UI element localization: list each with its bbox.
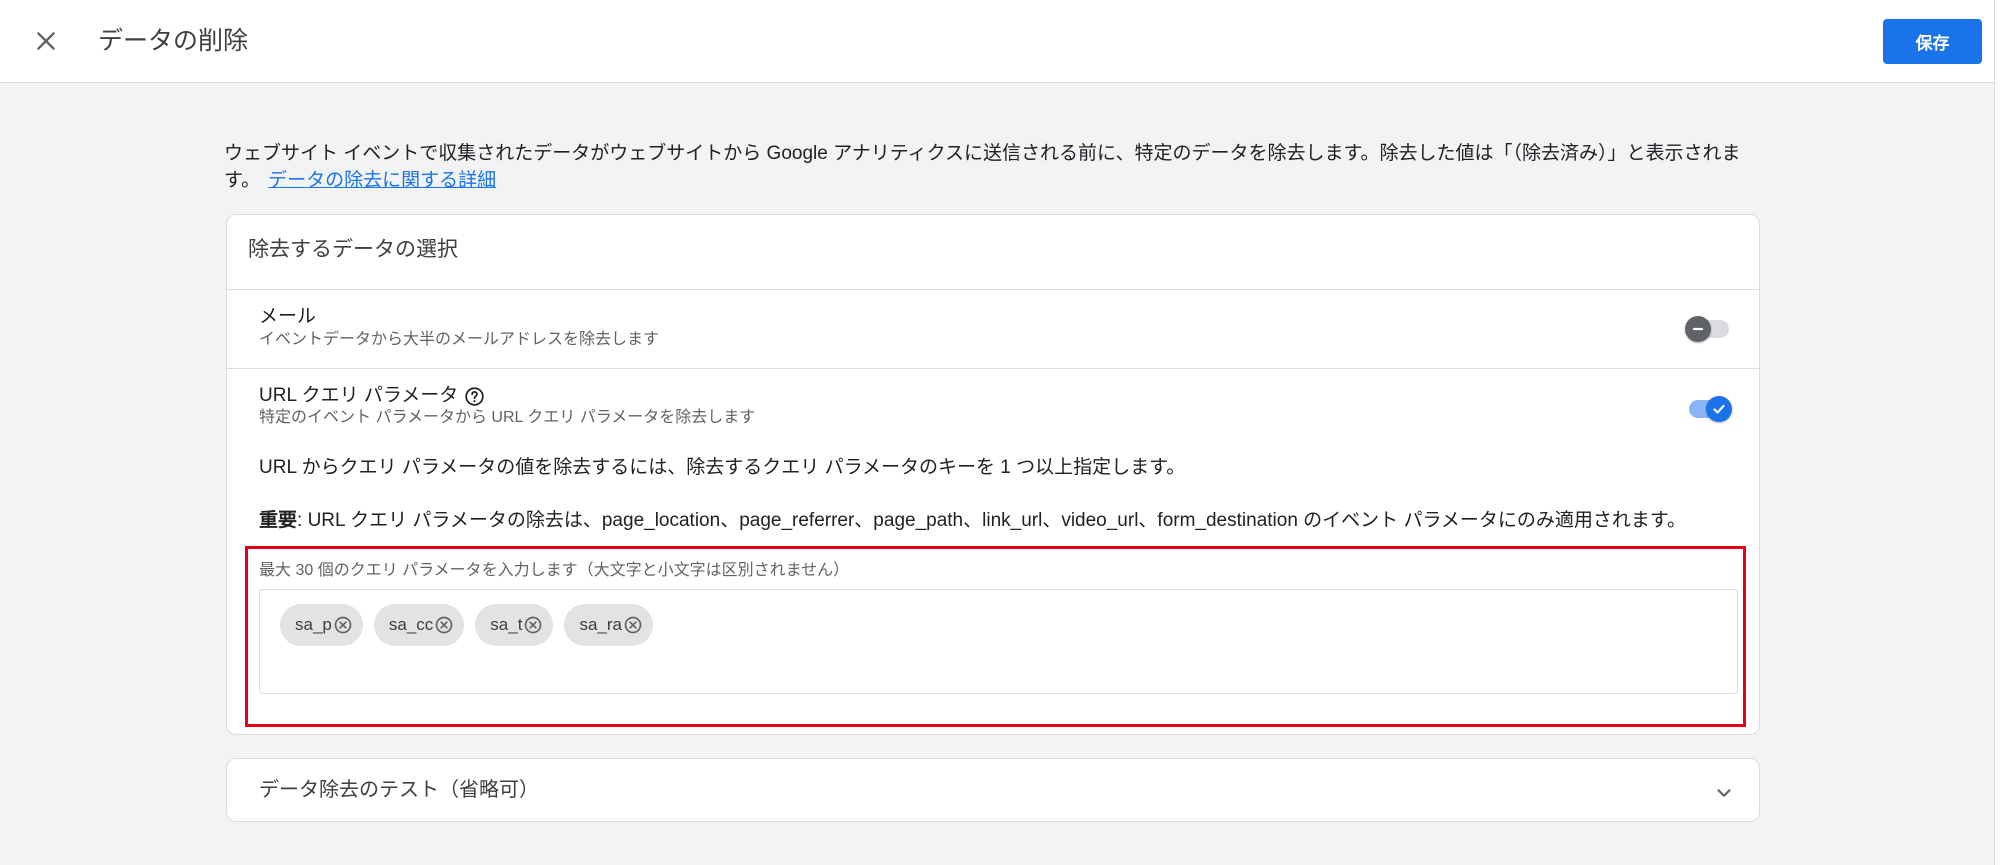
card-title: 除去するデータの選択: [248, 238, 458, 261]
scrollbar[interactable]: [1994, 0, 2000, 865]
email-toggle[interactable]: [1685, 316, 1732, 342]
cancel-icon[interactable]: [333, 615, 353, 635]
intro-description: ウェブサイト イベントで収集されたデータがウェブサイトから Google アナリ…: [224, 140, 1760, 194]
minus-icon: [1692, 327, 1704, 331]
chip-list: sa_p sa_cc sa_t sa_ra: [280, 604, 653, 646]
email-row-description: イベントデータから大半のメールアドレスを除去します: [259, 331, 660, 348]
chip-label: sa_cc: [388, 615, 434, 634]
url-query-row-title: URL クエリ パラメータ: [259, 384, 485, 408]
chip-label: sa_p: [295, 615, 332, 634]
toggle-knob: [1685, 316, 1711, 342]
check-icon: [1713, 404, 1725, 414]
param-chip[interactable]: sa_ra: [564, 604, 653, 646]
learn-more-link[interactable]: データの除去に関する詳細: [268, 170, 496, 191]
cancel-icon[interactable]: [623, 615, 643, 635]
help-icon[interactable]: [464, 386, 485, 407]
url-query-instruction: URL からクエリ パラメータの値を除去するには、除去するクエリ パラメータのキ…: [259, 457, 1186, 478]
query-params-label: 最大 30 個のクエリ パラメータを入力します（大文字と小文字は区別されません）: [259, 562, 850, 579]
cancel-icon[interactable]: [523, 615, 543, 635]
param-chip[interactable]: sa_cc: [373, 604, 465, 646]
important-note: 重要: URL クエリ パラメータの除去は、page_location、page…: [259, 509, 1686, 533]
divider: [227, 289, 1759, 290]
chip-label: sa_ra: [579, 615, 622, 634]
divider: [227, 368, 1759, 369]
page-title: データの削除: [98, 27, 249, 55]
save-button[interactable]: 保存: [1883, 19, 1982, 64]
chevron-down-icon[interactable]: [1713, 782, 1735, 804]
toggle-knob: [1706, 396, 1732, 422]
close-icon[interactable]: [33, 28, 59, 54]
important-label: 重要: [259, 510, 298, 531]
test-card-title: データ除去のテスト（省略可）: [259, 779, 539, 801]
url-query-row-description: 特定のイベント パラメータから URL クエリ パラメータを除去します: [259, 409, 756, 426]
url-query-toggle[interactable]: [1685, 396, 1732, 422]
cancel-icon[interactable]: [434, 615, 454, 635]
chip-label: sa_t: [490, 615, 523, 634]
url-query-title-text: URL クエリ パラメータ: [259, 385, 459, 406]
email-row-title: メール: [259, 306, 317, 327]
param-chip[interactable]: sa_t: [475, 604, 554, 646]
param-chip[interactable]: sa_p: [280, 604, 363, 646]
data-selection-card: 除去するデータの選択 メール イベントデータから大半のメールアドレスを除去します…: [226, 214, 1760, 735]
query-params-input[interactable]: sa_p sa_cc sa_t sa_ra: [259, 589, 1738, 694]
important-text: : URL クエリ パラメータの除去は、page_location、page_r…: [297, 510, 1686, 531]
test-card[interactable]: データ除去のテスト（省略可）: [226, 758, 1760, 822]
top-app-bar: データの削除 保存: [0, 0, 1994, 83]
